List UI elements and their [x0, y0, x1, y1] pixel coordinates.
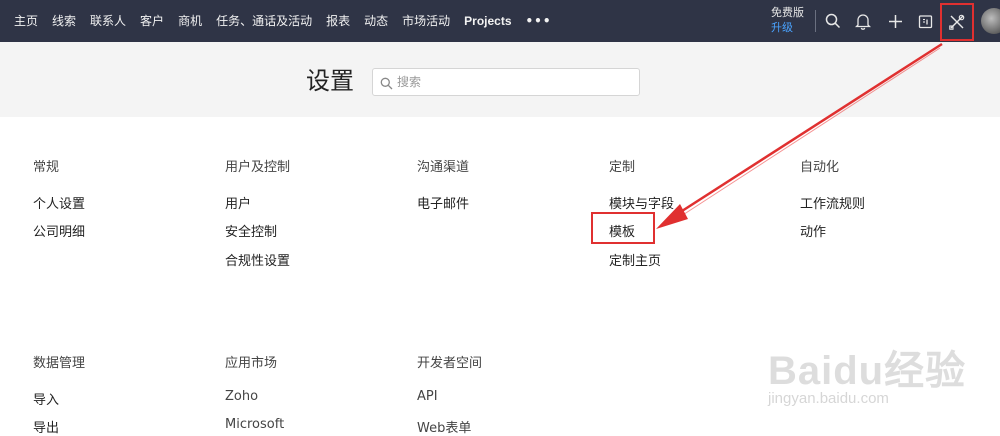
section-title-general: 常规	[33, 160, 60, 175]
nav-item-activities[interactable]: 任务、通话及活动	[216, 0, 312, 42]
section-title-developer-space: 开发者空间	[417, 356, 483, 371]
link-compliance-settings[interactable]: 合规性设置	[225, 250, 290, 269]
link-microsoft[interactable]: Microsoft	[225, 417, 284, 432]
top-nav-bar: 主页 线索 联系人 客户 商机 任务、通话及活动 报表 动态 市场活动 Proj…	[0, 0, 1000, 42]
section-title-customization: 定制	[609, 160, 636, 175]
link-customize-home[interactable]: 定制主页	[609, 250, 661, 269]
plan-name: 免费版	[771, 6, 804, 19]
section-title-data-admin: 数据管理	[33, 356, 86, 371]
watermark-brand: Baidu经验	[768, 349, 967, 393]
plan-info: 免费版 升级	[771, 6, 811, 36]
link-users[interactable]: 用户	[225, 193, 251, 212]
link-personal-settings[interactable]: 个人设置	[33, 193, 85, 212]
link-actions[interactable]: 动作	[800, 221, 826, 240]
nav-item-projects[interactable]: Projects	[464, 0, 511, 42]
nav-item-accounts[interactable]: 客户	[140, 0, 164, 42]
link-modules-fields[interactable]: 模块与字段	[609, 193, 674, 212]
nav-item-home[interactable]: 主页	[14, 0, 38, 42]
section-title-channels: 沟通渠道	[417, 160, 470, 175]
nav-item-feeds[interactable]: 动态	[364, 0, 388, 42]
link-export[interactable]: 导出	[33, 417, 59, 436]
section-title-automation: 自动化	[800, 160, 840, 175]
nav-item-contacts[interactable]: 联系人	[90, 0, 126, 42]
nav-more-button[interactable]: •••	[526, 0, 552, 42]
watermark-url: jingyan.baidu.com	[768, 390, 889, 407]
settings-search[interactable]	[372, 68, 640, 96]
page-title: 设置	[306, 67, 354, 95]
tools-icon[interactable]	[940, 3, 974, 41]
search-input[interactable]	[397, 73, 633, 91]
annotation-highlight-box	[591, 212, 655, 244]
section-title-marketplace: 应用市场	[225, 356, 278, 371]
avatar[interactable]	[981, 8, 1000, 34]
calendar-icon[interactable]	[914, 0, 936, 42]
plus-icon[interactable]	[884, 0, 906, 42]
nav-item-leads[interactable]: 线索	[52, 0, 76, 42]
section-title-users-control: 用户及控制	[225, 160, 291, 175]
link-api[interactable]: API	[417, 389, 438, 404]
link-web-forms[interactable]: Web表单	[417, 417, 471, 436]
nav-item-reports[interactable]: 报表	[326, 0, 350, 42]
link-security-control[interactable]: 安全控制	[225, 221, 277, 240]
link-workflow-rules[interactable]: 工作流规则	[800, 193, 865, 212]
link-zoho[interactable]: Zoho	[225, 389, 258, 404]
baidu-watermark: Baidu经验 jingyan.baidu.com	[760, 320, 1000, 428]
nav-item-campaigns[interactable]: 市场活动	[402, 0, 450, 42]
bell-icon[interactable]	[852, 0, 874, 42]
search-icon[interactable]	[822, 0, 844, 42]
link-email[interactable]: 电子邮件	[417, 193, 469, 212]
nav-item-deals[interactable]: 商机	[178, 0, 202, 42]
main-nav: 主页 线索 联系人 客户 商机 任务、通话及活动 报表 动态 市场活动 Proj…	[0, 0, 552, 42]
search-field-icon	[380, 75, 393, 94]
upgrade-link[interactable]: 升级	[771, 20, 811, 36]
link-import[interactable]: 导入	[33, 389, 59, 408]
link-company-details[interactable]: 公司明细	[33, 221, 85, 240]
nav-divider	[815, 10, 816, 32]
